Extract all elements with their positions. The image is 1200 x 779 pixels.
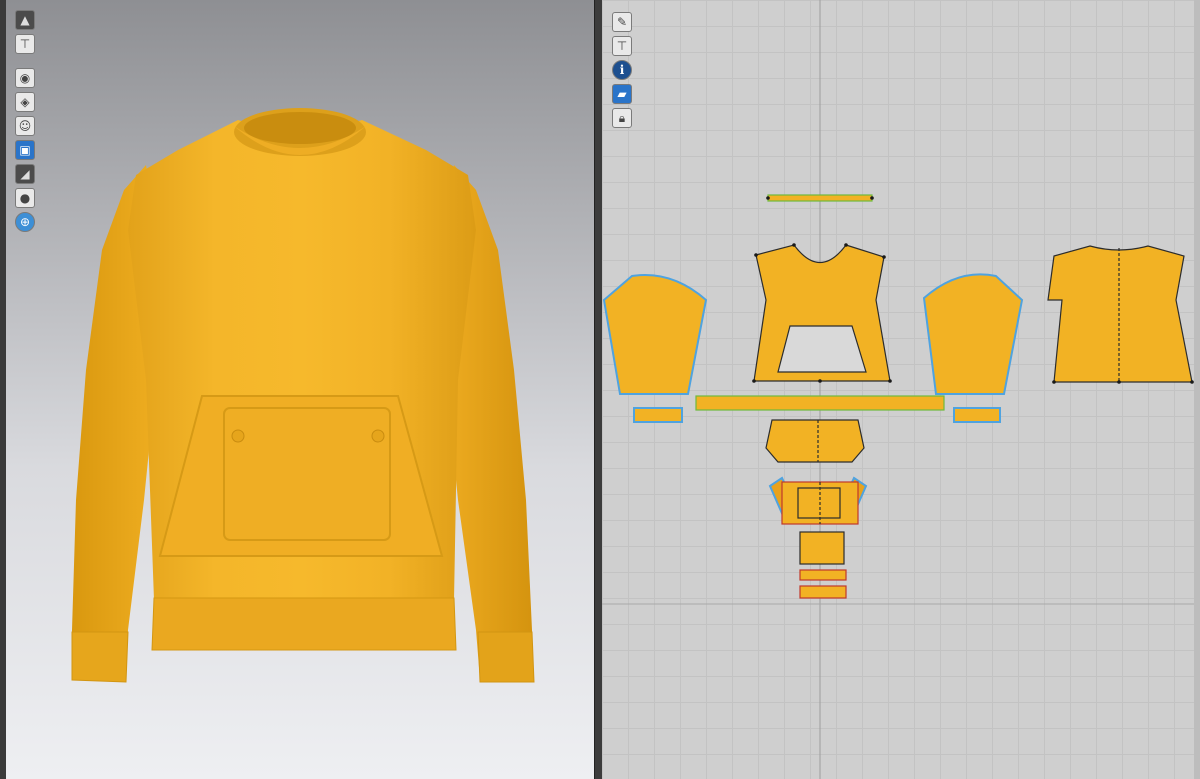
pattern-left-sleeve [602, 274, 708, 395]
pattern-waistband [695, 395, 945, 411]
pocket-button-right [371, 429, 385, 443]
sweatshirt-3d-render [71, 108, 535, 683]
right-cuff [477, 631, 535, 683]
pattern-pocket-main [765, 419, 865, 463]
pattern-back-body [1047, 245, 1193, 383]
pattern-scrollbar[interactable] [1194, 0, 1200, 779]
pattern-right-cuff [953, 407, 1001, 423]
pattern-patch-pocket [799, 531, 845, 565]
left-cuff [71, 631, 129, 683]
pocket-flap-patch [223, 407, 391, 541]
hem-band [151, 597, 457, 651]
pattern-layout [602, 0, 1200, 779]
2d-pattern-viewport[interactable]: ✎ ⊤ i ▰ 🔒︎ [602, 0, 1200, 779]
pocket-button-left [231, 429, 245, 443]
pattern-left-cuff [633, 407, 683, 423]
pattern-strip-2 [799, 585, 847, 599]
pattern-pocket-opening [777, 325, 867, 373]
3d-garment-viewport[interactable]: ▲ ⊤ ◉ ◈ ☺ ▣ ◢ ● ⊕ [6, 0, 594, 779]
pattern-neck-rib [767, 194, 873, 202]
pattern-pocket-inner [797, 487, 841, 519]
pattern-strip-1 [799, 569, 847, 581]
neck-inner [244, 112, 356, 144]
pattern-right-sleeve [922, 273, 1024, 395]
